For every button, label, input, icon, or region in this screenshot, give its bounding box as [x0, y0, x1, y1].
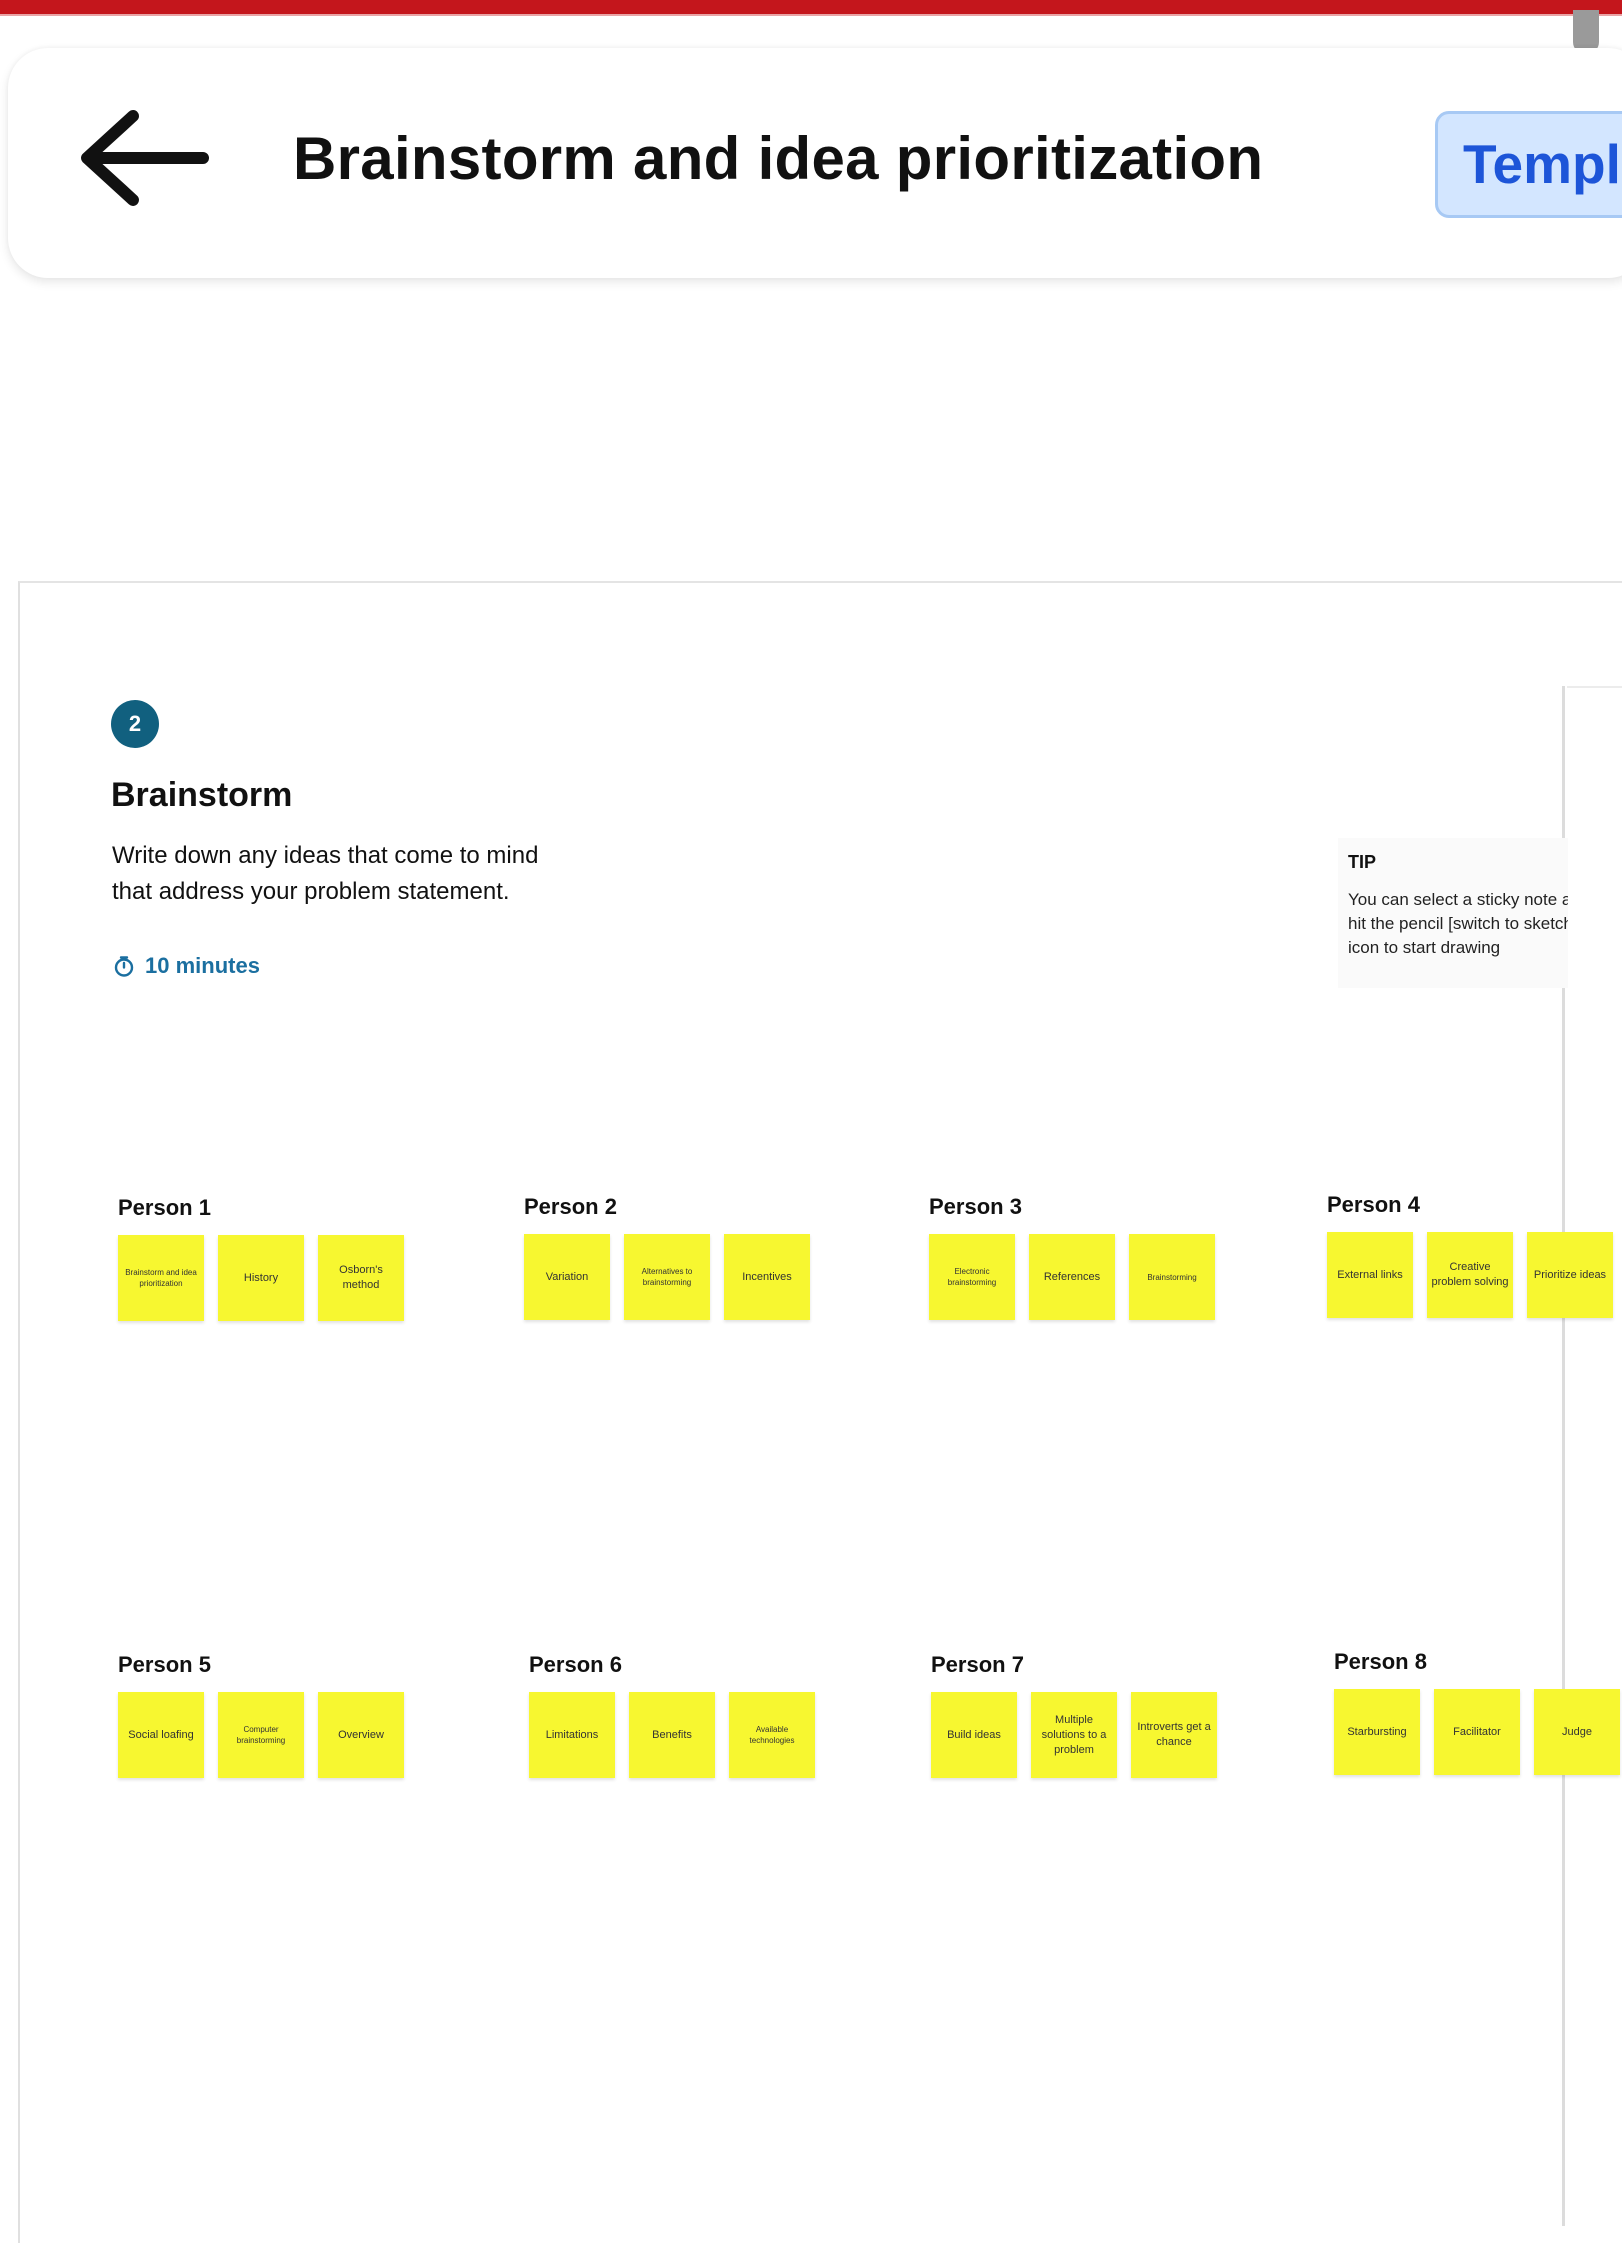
sticky-note[interactable]: Build ideas — [931, 1692, 1017, 1778]
sticky-note[interactable]: Judge — [1534, 1689, 1620, 1775]
sticky-note[interactable]: Multiple solutions to a problem — [1031, 1692, 1117, 1778]
person-group-1: Person 1 Brainstorm and idea prioritizat… — [118, 1195, 404, 1321]
person-group-7: Person 7 Build ideas Multiple solutions … — [931, 1652, 1217, 1778]
person-name: Person 8 — [1334, 1649, 1427, 1674]
person-group-4: Person 4 External links Creative problem… — [1327, 1192, 1613, 1318]
person-group-6: Person 6 Limitations Benefits Available … — [529, 1652, 815, 1778]
template-button[interactable]: Templa — [1435, 111, 1622, 218]
section-description: Write down any ideas that come to mind t… — [112, 838, 672, 910]
sticky-note[interactable]: Available technologies — [729, 1692, 815, 1778]
person-group-2: Person 2 Variation Alternatives to brain… — [524, 1194, 810, 1320]
person-group-5: Person 5 Social loafing Computer brainst… — [118, 1652, 404, 1778]
back-arrow-icon[interactable] — [75, 108, 210, 208]
person-group-3: Person 3 Electronic brainstorming Refere… — [929, 1194, 1215, 1320]
person-name: Person 1 — [118, 1195, 211, 1220]
tip-label: TIP — [1348, 852, 1377, 872]
description-line: Write down any ideas that come to mind — [112, 842, 539, 869]
sticky-note[interactable]: Variation — [524, 1234, 610, 1320]
adjacent-frame-top — [1567, 686, 1622, 688]
sticky-note[interactable]: History — [218, 1235, 304, 1321]
tip-box: TIP You can select a sticky note and hit… — [1338, 838, 1568, 988]
person-name: Person 5 — [118, 1652, 211, 1677]
step-number-badge: 2 — [111, 700, 159, 748]
person-group-8: Person 8 Starbursting Facilitator Judge — [1334, 1649, 1620, 1775]
person-name: Person 3 — [929, 1194, 1022, 1219]
sticky-note[interactable]: Alternatives to brainstorming — [624, 1234, 710, 1320]
sticky-note[interactable]: Introverts get a chance — [1131, 1692, 1217, 1778]
description-line: that address your problem statement. — [112, 878, 510, 905]
person-name: Person 4 — [1327, 1192, 1420, 1217]
sticky-note[interactable]: Computer brainstorming — [218, 1692, 304, 1778]
sticky-note[interactable]: Incentives — [724, 1234, 810, 1320]
section-title: Brainstorm — [111, 776, 293, 814]
sticky-note[interactable]: Facilitator — [1434, 1689, 1520, 1775]
sticky-note[interactable]: Prioritize ideas — [1527, 1232, 1613, 1318]
sticky-note[interactable]: Brainstorm and idea prioritization — [118, 1235, 204, 1321]
board-canvas[interactable] — [18, 581, 1622, 2243]
sticky-note[interactable]: Starbursting — [1334, 1689, 1420, 1775]
sticky-note[interactable]: Limitations — [529, 1692, 615, 1778]
stopwatch-icon — [114, 956, 134, 977]
sticky-note[interactable]: Social loafing — [118, 1692, 204, 1778]
sticky-note[interactable]: Osborn's method — [318, 1235, 404, 1321]
sticky-note[interactable]: Brainstorming — [1129, 1234, 1215, 1320]
sticky-note[interactable]: References — [1029, 1234, 1115, 1320]
page-title: Brainstorm and idea prioritization — [293, 125, 1264, 192]
sticky-note[interactable]: Overview — [318, 1692, 404, 1778]
top-bar-shadow — [0, 14, 1622, 16]
browser-top-bar — [0, 0, 1622, 14]
timer: 10 minutes — [113, 953, 260, 979]
timer-label: 10 minutes — [145, 953, 260, 978]
tip-text: You can select a sticky note and hit the… — [1348, 890, 1568, 957]
person-name: Person 6 — [529, 1652, 622, 1677]
person-name: Person 7 — [931, 1652, 1024, 1677]
sticky-note[interactable]: Benefits — [629, 1692, 715, 1778]
sticky-note[interactable]: External links — [1327, 1232, 1413, 1318]
sticky-note[interactable]: Electronic brainstorming — [929, 1234, 1015, 1320]
sticky-note[interactable]: Creative problem solving — [1427, 1232, 1513, 1318]
person-name: Person 2 — [524, 1194, 617, 1219]
